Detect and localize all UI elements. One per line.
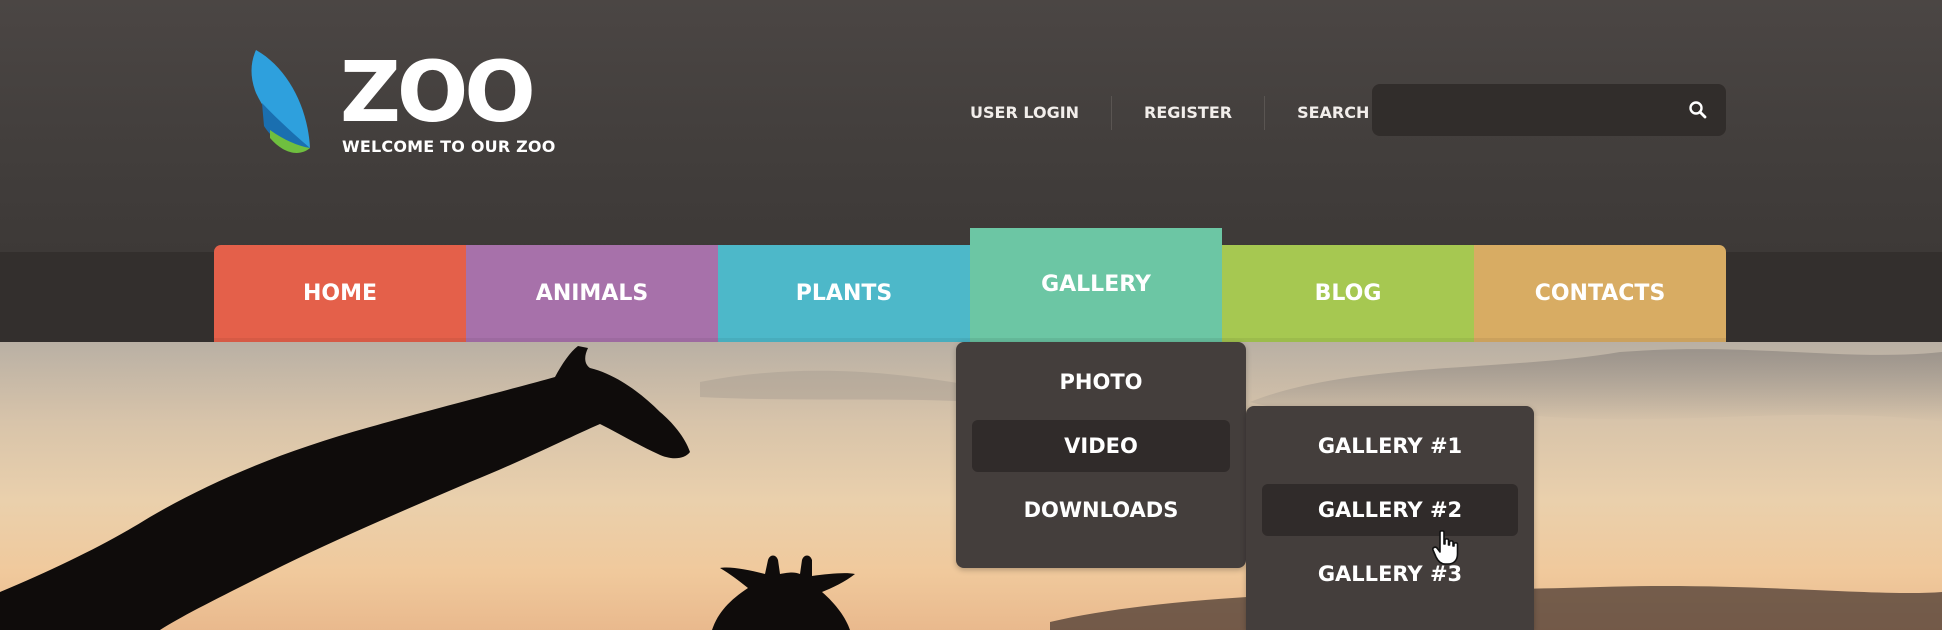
top-links: USER LOGIN REGISTER SEARCH — [950, 96, 1401, 130]
nav-home[interactable]: HOME — [214, 245, 466, 342]
nav-animals[interactable]: ANIMALS — [466, 245, 718, 342]
gallery-dropdown: PHOTO VIDEO DOWNLOADS — [956, 342, 1246, 568]
submenu-item-gallery-1[interactable]: GALLERY #1 — [1262, 420, 1518, 472]
search-input[interactable] — [1386, 84, 1680, 138]
nav-plants[interactable]: PLANTS — [718, 245, 970, 342]
menu-item-video[interactable]: VIDEO — [972, 420, 1230, 472]
video-submenu: GALLERY #1 GALLERY #2 GALLERY #3 — [1246, 406, 1534, 630]
search-box — [1372, 84, 1726, 138]
search-icon[interactable] — [1688, 100, 1708, 120]
user-login-link[interactable]: USER LOGIN — [950, 96, 1111, 130]
hand-cursor-icon — [1432, 530, 1459, 565]
nav-blog[interactable]: BLOG — [1222, 245, 1474, 342]
menu-item-downloads[interactable]: DOWNLOADS — [972, 484, 1230, 536]
logo-title: ZOO — [340, 43, 536, 141]
submenu-item-gallery-3[interactable]: GALLERY #3 — [1262, 548, 1518, 600]
site-logo[interactable]: ZOO WELCOME TO OUR ZOO — [248, 43, 555, 163]
register-link[interactable]: REGISTER — [1111, 96, 1264, 130]
nav-gallery[interactable]: GALLERY — [970, 228, 1222, 342]
leaf-logo-icon — [251, 50, 310, 153]
logo-tagline: WELCOME TO OUR ZOO — [342, 137, 556, 156]
submenu-item-gallery-2[interactable]: GALLERY #2 — [1262, 484, 1518, 536]
menu-item-photo[interactable]: PHOTO — [972, 356, 1230, 408]
nav-contacts[interactable]: CONTACTS — [1474, 245, 1726, 342]
